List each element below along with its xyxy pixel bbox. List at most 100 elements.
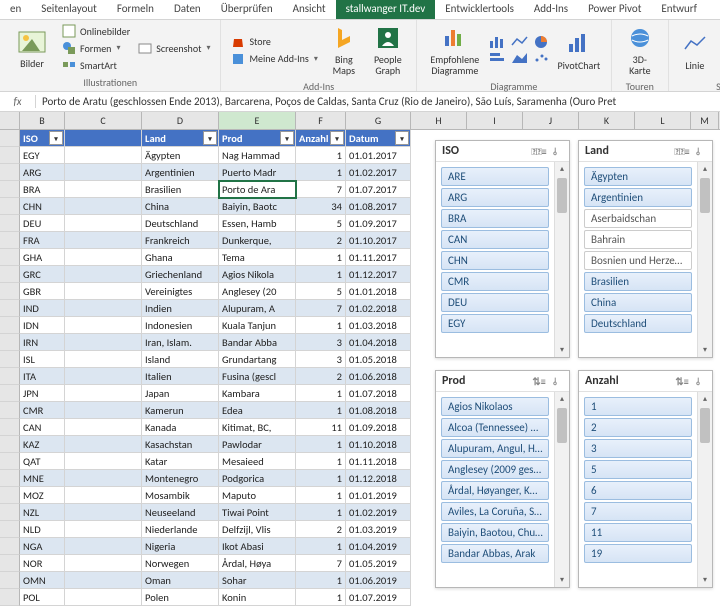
cell[interactable]: 1 — [296, 504, 346, 521]
slicer-item[interactable]: Årdal, Høyanger, K… — [441, 481, 549, 500]
slicer-item[interactable]: CHN — [441, 251, 549, 270]
cell[interactable]: 1 — [296, 385, 346, 402]
scroll-down-icon[interactable]: ▾ — [698, 573, 712, 587]
chart-type-gallery[interactable] — [489, 35, 551, 65]
filter-dropdown-icon[interactable]: ▾ — [280, 131, 294, 145]
clear-filter-icon[interactable]: ⫰ — [690, 374, 706, 388]
cell[interactable]: Japan — [142, 385, 219, 402]
slicer-item[interactable]: ARE — [441, 167, 549, 186]
meine-addins-button[interactable]: Meine Add-Ins▾ — [229, 51, 319, 67]
cell[interactable]: IDN — [20, 317, 65, 334]
header-anzahl[interactable]: Anzahl▾ — [296, 130, 346, 147]
cell[interactable]: 01.08.2018 — [346, 402, 411, 419]
multiselect-icon[interactable]: ⇅≡ — [531, 374, 547, 388]
cell[interactable]: POL — [20, 589, 65, 606]
cell[interactable] — [65, 504, 142, 521]
row-header[interactable] — [0, 164, 20, 181]
cell[interactable]: Katar — [142, 453, 219, 470]
col-header-f[interactable]: F — [296, 112, 346, 129]
scroll-down-icon[interactable]: ▾ — [698, 343, 712, 357]
row-header[interactable] — [0, 436, 20, 453]
cell[interactable]: DEU — [20, 215, 65, 232]
slicer-item[interactable]: ARG — [441, 188, 549, 207]
row-header[interactable] — [0, 487, 20, 504]
cell[interactable]: 01.11.2018 — [346, 453, 411, 470]
cell[interactable]: 01.05.2018 — [346, 351, 411, 368]
cell[interactable]: Baiyin, Baotc — [219, 198, 296, 215]
line-chart-icon[interactable] — [511, 35, 529, 49]
slicer-item[interactable]: Aviles, La Coruña, S… — [441, 502, 549, 521]
cell[interactable]: 01.08.2017 — [346, 198, 411, 215]
cell[interactable]: EGY — [20, 147, 65, 164]
slicer-item[interactable]: 7 — [584, 502, 692, 521]
cell[interactable]: 1 — [296, 453, 346, 470]
col-header-b[interactable]: B — [20, 112, 65, 129]
bar-chart-icon[interactable] — [489, 51, 507, 65]
cell[interactable] — [65, 402, 142, 419]
area-chart-icon[interactable] — [511, 51, 529, 65]
cell[interactable]: Indien — [142, 300, 219, 317]
cell[interactable]: 01.01.2018 — [346, 283, 411, 300]
people-graph-button[interactable]: People Graph — [368, 22, 408, 78]
cell[interactable]: Sohar — [219, 572, 296, 589]
sparkline-linie-button[interactable]: Linie — [677, 28, 713, 73]
cell[interactable]: 01.03.2019 — [346, 521, 411, 538]
slicer-item[interactable]: Agios Nikolaos — [441, 397, 549, 416]
slicer-item[interactable]: Ägypten — [584, 167, 692, 186]
tab-powerpivot[interactable]: Power Pivot — [578, 0, 651, 19]
clear-filter-icon[interactable]: ⫰ — [547, 144, 563, 158]
slicer-item[interactable]: Brasilien — [584, 272, 692, 291]
scroll-thumb[interactable] — [700, 178, 710, 213]
cell[interactable]: 1 — [296, 589, 346, 606]
cell[interactable] — [65, 555, 142, 572]
cell[interactable] — [65, 487, 142, 504]
slicer-item[interactable]: China — [584, 293, 692, 312]
row-header[interactable] — [0, 368, 20, 385]
scrollbar[interactable]: ▴▾ — [554, 162, 569, 357]
cell[interactable] — [65, 385, 142, 402]
col-header-m[interactable]: M — [691, 112, 719, 129]
cell[interactable] — [65, 317, 142, 334]
cell[interactable] — [65, 232, 142, 249]
cell[interactable]: CAN — [20, 419, 65, 436]
slicer-item[interactable]: Alupuram, Angul, H… — [441, 439, 549, 458]
cell[interactable]: Mesaieed — [219, 453, 296, 470]
cell[interactable]: NOR — [20, 555, 65, 572]
row-header[interactable] — [0, 317, 20, 334]
scroll-thumb[interactable] — [700, 408, 710, 443]
row-header[interactable] — [0, 198, 20, 215]
cell[interactable]: Ägypten — [142, 147, 219, 164]
fx-icon[interactable]: fx — [0, 95, 36, 108]
select-all-corner[interactable] — [0, 112, 20, 129]
scroll-up-icon[interactable]: ▴ — [698, 392, 712, 406]
cell[interactable]: 01.07.2018 — [346, 385, 411, 402]
cell[interactable]: 7 — [296, 555, 346, 572]
row-header[interactable] — [0, 334, 20, 351]
cell[interactable]: Pawlodar — [219, 436, 296, 453]
cell[interactable]: Tiwai Point — [219, 504, 296, 521]
cell[interactable]: Island — [142, 351, 219, 368]
row-header[interactable] — [0, 555, 20, 572]
cell[interactable]: Mosambik — [142, 487, 219, 504]
tab-stallwanger[interactable]: stallwanger IT.dev — [336, 0, 436, 19]
cell[interactable]: 01.12.2018 — [346, 470, 411, 487]
cell[interactable]: 01.07.2017 — [346, 181, 411, 198]
cell[interactable] — [65, 300, 142, 317]
cell[interactable]: IRN — [20, 334, 65, 351]
slicer-item[interactable]: Bandar Abbas, Arak — [441, 544, 549, 563]
header-land[interactable]: Land▾ — [142, 130, 219, 147]
row-header[interactable] — [0, 266, 20, 283]
cell[interactable] — [65, 215, 142, 232]
col-header-e[interactable]: E — [219, 112, 296, 129]
cell[interactable]: NGA — [20, 538, 65, 555]
cell[interactable]: Oman — [142, 572, 219, 589]
slicer-item[interactable]: CAN — [441, 230, 549, 249]
cell[interactable]: JPN — [20, 385, 65, 402]
cell[interactable]: Ikot Abasi — [219, 538, 296, 555]
cell[interactable]: BRA — [20, 181, 65, 198]
scroll-down-icon[interactable]: ▾ — [555, 343, 569, 357]
slicer-item[interactable]: 1 — [584, 397, 692, 416]
cell[interactable]: 01.12.2017 — [346, 266, 411, 283]
cell[interactable]: Nag Hammad — [219, 147, 296, 164]
cell[interactable]: 1 — [296, 317, 346, 334]
